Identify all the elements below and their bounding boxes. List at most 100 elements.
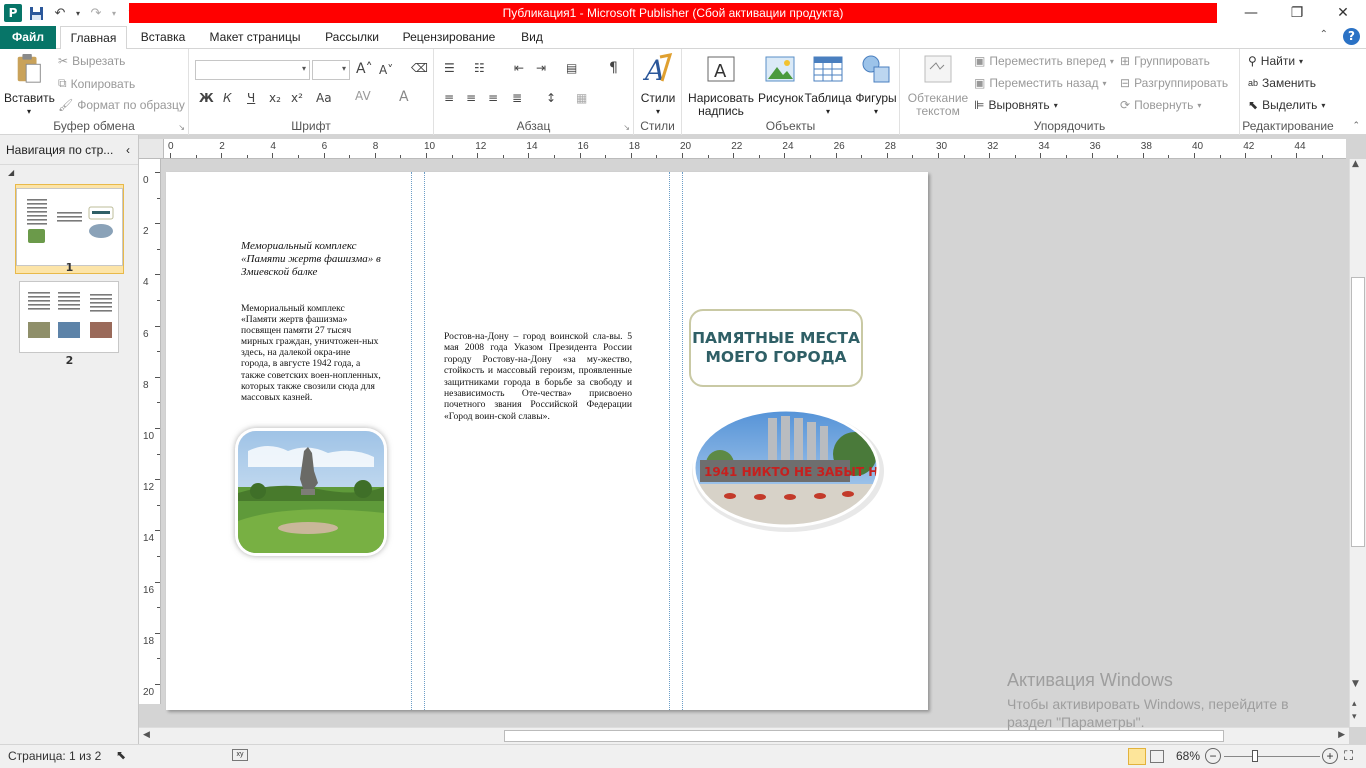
expand-triangle-icon[interactable]: ◢ <box>8 168 14 177</box>
vertical-scrollbar[interactable]: ▲ ▼ ▴ ▾ <box>1349 159 1366 727</box>
single-page-view-button[interactable] <box>1128 748 1146 765</box>
rotate-button[interactable]: ⟳ Повернуть ▾ <box>1120 98 1201 112</box>
save-icon[interactable] <box>26 3 46 23</box>
ruler-tick <box>155 376 160 378</box>
vertical-scroll-thumb[interactable] <box>1351 277 1365 547</box>
two-page-view-button[interactable] <box>1150 750 1164 763</box>
tab-home[interactable]: Главная <box>60 26 127 50</box>
justify-icon[interactable]: ≣ <box>512 91 522 105</box>
zoom-slider-handle[interactable] <box>1252 750 1258 762</box>
select-button[interactable]: ⬉ Выделить ▾ <box>1248 98 1325 112</box>
shapes-button[interactable]: Фигуры ▾ <box>854 53 898 118</box>
tab-mailings[interactable]: Рассылки <box>318 26 386 49</box>
group-button[interactable]: ⊞ Группировать <box>1120 54 1210 68</box>
scroll-up-icon[interactable]: ▲ <box>1352 159 1359 169</box>
superscript-button[interactable]: x² <box>291 91 303 105</box>
fit-page-icon[interactable]: ⛶ <box>1344 748 1353 764</box>
bring-forward-button[interactable]: ▣ Переместить вперед ▾ <box>974 54 1114 68</box>
memorial-photo[interactable] <box>238 431 384 553</box>
increase-indent-icon[interactable]: ⇥ <box>536 61 546 75</box>
font-size-combo[interactable]: ▾ <box>312 60 350 80</box>
restore-button[interactable]: ❐ <box>1274 0 1320 26</box>
picture-button[interactable]: Рисунок <box>758 53 803 105</box>
page-thumb-2[interactable] <box>19 281 119 353</box>
undo-dropdown-icon[interactable]: ▾ <box>74 3 82 23</box>
minimize-button[interactable]: — <box>1228 0 1274 26</box>
ruler-tick <box>1296 153 1298 158</box>
previous-page-icon[interactable]: ▴ <box>1352 699 1357 709</box>
tab-review[interactable]: Рецензирование <box>396 26 502 49</box>
tab-file[interactable]: Файл <box>0 26 56 49</box>
paste-button[interactable]: Вставить ▾ <box>4 53 55 118</box>
zoom-in-button[interactable]: + <box>1322 748 1338 764</box>
line-spacing-icon[interactable]: ↕ <box>546 91 556 105</box>
numbering-icon[interactable]: ☷ <box>474 61 485 75</box>
horizontal-ruler[interactable]: 0 2 4 6 8 10 12 14 16 18 20 22 24 26 28 30 32 34 36 38 40 42 4… <box>164 139 1346 159</box>
clear-format-icon[interactable]: ⌫ <box>411 61 428 75</box>
tab-view[interactable]: Вид <box>512 26 552 49</box>
character-spacing-icon[interactable]: AV <box>355 89 371 103</box>
bold-button[interactable]: Ж <box>199 91 214 105</box>
tab-insert[interactable]: Вставка <box>134 26 192 49</box>
vertical-ruler[interactable]: 0 2 4 6 8 10 12 14 16 18 20 <box>139 159 161 704</box>
ungroup-button[interactable]: ⊟ Разгруппировать <box>1120 76 1228 90</box>
memorial-description[interactable]: Мемориальный комплекс «Памяти жертв фаши… <box>241 303 381 403</box>
bullets-icon[interactable]: ☰ <box>444 61 455 75</box>
next-page-icon[interactable]: ▾ <box>1352 712 1357 722</box>
show-formatting-button[interactable]: ¶ <box>609 60 618 76</box>
ruler-tick <box>157 658 160 660</box>
redo-icon[interactable]: ↷ <box>86 3 106 23</box>
ruler-tick <box>157 351 160 353</box>
underline-button[interactable]: Ч <box>247 91 255 105</box>
font-color-icon[interactable]: A <box>399 89 409 105</box>
page-indicator[interactable]: Страница: 1 из 2 <box>8 749 101 763</box>
collapse-pane-icon[interactable]: ‹ <box>126 143 130 157</box>
font-name-combo[interactable]: ▾ <box>195 60 310 80</box>
zoom-level[interactable]: 68% <box>1176 749 1200 763</box>
format-painter-button[interactable]: 🖌 Формат по образцу <box>58 98 185 112</box>
tab-page-design[interactable]: Макет страницы <box>202 26 308 49</box>
redo-dropdown-icon[interactable]: ▾ <box>110 3 118 23</box>
copy-button[interactable]: ⧉ Копировать <box>58 76 135 91</box>
dialog-launcher-icon[interactable]: ↘ <box>623 123 630 132</box>
collapse-ribbon-icon[interactable]: ⌃ <box>1352 121 1360 131</box>
page-thumb-1[interactable] <box>16 188 123 266</box>
send-backward-button[interactable]: ▣ Переместить назад ▾ <box>974 76 1107 90</box>
subscript-button[interactable]: x₂ <box>269 91 281 105</box>
shading-icon[interactable]: ▦ <box>576 91 587 105</box>
scroll-left-icon[interactable]: ◀ <box>143 730 150 740</box>
cut-button[interactable]: ✂ Вырезать <box>58 54 125 68</box>
replace-button[interactable]: ab Заменить <box>1248 76 1316 90</box>
align-right-icon[interactable]: ≡ <box>488 91 498 105</box>
table-button[interactable]: Таблица ▾ <box>804 53 852 118</box>
ruler-tick <box>221 153 223 158</box>
dialog-launcher-icon[interactable]: ↘ <box>178 123 185 132</box>
zoom-slider-track[interactable] <box>1224 756 1320 757</box>
scroll-down-icon[interactable]: ▼ <box>1352 679 1359 689</box>
align-left-icon[interactable]: ≡ <box>444 91 454 105</box>
grow-font-button[interactable]: A˄ <box>356 61 373 77</box>
change-case-button[interactable]: Aa <box>316 91 332 105</box>
rostov-text[interactable]: Ростов-на-Дону – город воинской сла-вы. … <box>444 331 632 422</box>
find-button[interactable]: ⚲ Найти ▾ <box>1248 54 1303 68</box>
align-button[interactable]: ⊫ Выровнять ▾ <box>974 98 1058 112</box>
publisher-app-icon[interactable]: P <box>4 4 22 22</box>
help-icon[interactable]: ? <box>1343 28 1360 45</box>
monument-photo[interactable]: 1941 НИКТО НЕ ЗАБЫТ НИЧТО НЕ З <box>690 404 887 532</box>
italic-button[interactable]: К <box>223 91 232 105</box>
scroll-right-icon[interactable]: ▶ <box>1338 730 1345 740</box>
draw-textbox-button[interactable]: A Нарисовать надпись <box>688 53 754 118</box>
decrease-indent-icon[interactable]: ⇤ <box>514 61 524 75</box>
horizontal-scroll-thumb[interactable] <box>504 730 1224 742</box>
close-button[interactable]: ✕ <box>1320 0 1366 26</box>
wrap-text-button[interactable]: Обтекание текстом <box>906 53 970 118</box>
align-center-icon[interactable]: ≡ <box>466 91 476 105</box>
styles-button[interactable]: A Стили ▾ <box>638 53 678 118</box>
collapse-ribbon-icon[interactable]: ⌃ <box>1320 29 1328 40</box>
shrink-font-button[interactable]: A˅ <box>379 63 393 77</box>
undo-icon[interactable]: ↶ <box>50 3 70 23</box>
cover-title-box[interactable]: ПАМЯТНЫЕ МЕСТА МОЕГО ГОРОДА <box>689 309 863 387</box>
memorial-heading[interactable]: Мемориальный комплекс «Памяти жертв фаши… <box>241 240 381 279</box>
columns-icon[interactable]: ▤ <box>566 61 577 75</box>
zoom-out-button[interactable]: − <box>1205 748 1221 764</box>
